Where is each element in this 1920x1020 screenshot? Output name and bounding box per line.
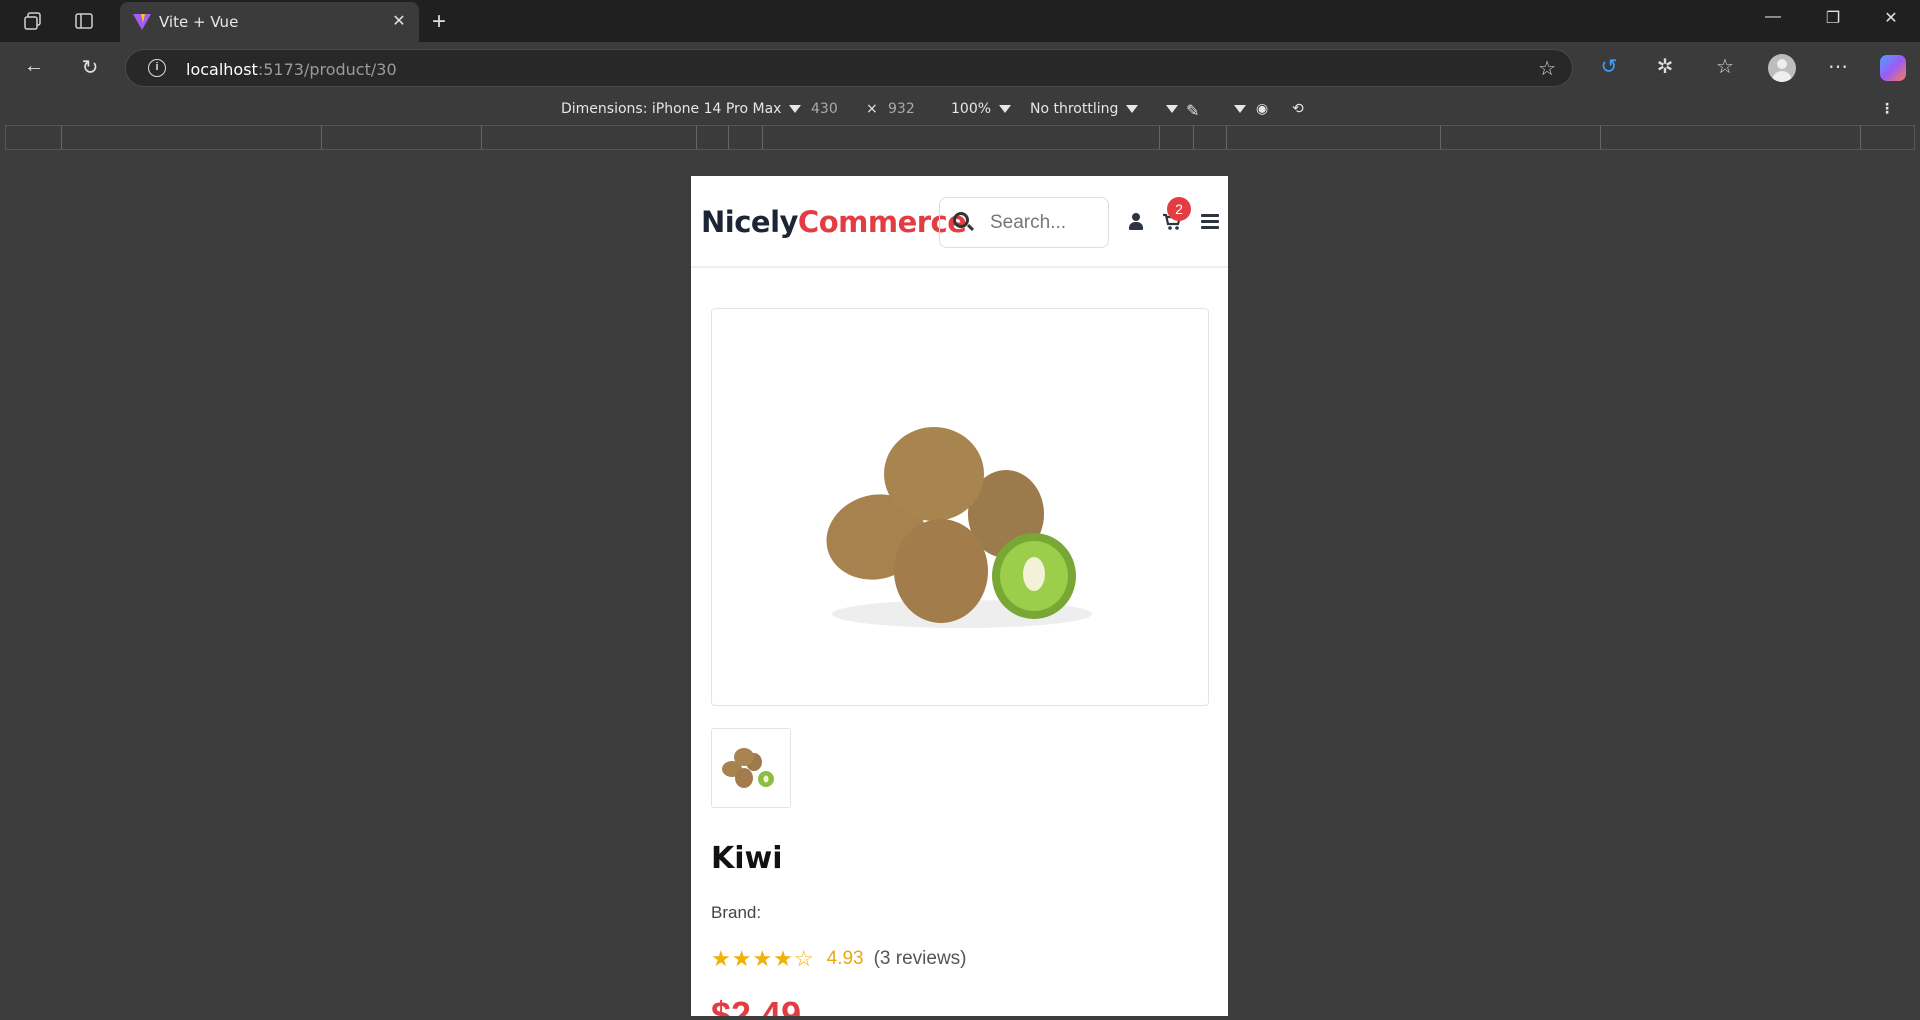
device-select[interactable]: Dimensions: iPhone 14 Pro Max <box>561 101 802 117</box>
favorite-star-icon[interactable]: ☆ <box>1538 56 1556 81</box>
chevron-down-icon <box>999 105 1012 113</box>
address-bar: ← ↻ i localhost:5173/product/30 ☆ ↺ ✲ ☆ … <box>0 42 1920 94</box>
more-options-icon[interactable]: ⋯ <box>1823 54 1853 79</box>
media-query-ruler[interactable] <box>5 125 1915 150</box>
device-toolbar: Dimensions: iPhone 14 Pro Max 430 × 932 … <box>0 94 1920 125</box>
menu-icon[interactable] <box>1201 214 1219 230</box>
more-dropdown[interactable] <box>1158 101 1178 117</box>
restore-icon[interactable]: ❐ <box>1810 8 1856 28</box>
eye-icon[interactable]: ◉ <box>1256 101 1268 117</box>
device-viewport: NicelyCommerce 2 <box>691 176 1228 1016</box>
vite-favicon-icon <box>133 14 151 30</box>
site-logo[interactable]: NicelyCommerce <box>701 205 967 239</box>
site-info-icon[interactable]: i <box>148 59 166 77</box>
product-thumbnail[interactable] <box>711 728 791 808</box>
product-main-image[interactable] <box>711 308 1209 706</box>
copilot-icon[interactable] <box>1880 55 1906 81</box>
chevron-down-icon <box>789 105 802 113</box>
favorites-icon[interactable]: ☆ <box>1710 54 1740 79</box>
devtools-menu-icon[interactable]: ⋮ <box>1880 101 1894 117</box>
rating-stars: ★★★★☆ <box>711 946 815 971</box>
profile-avatar[interactable] <box>1768 54 1796 82</box>
width-input[interactable]: 430 <box>811 101 838 117</box>
site-header: NicelyCommerce 2 <box>691 176 1228 268</box>
product-rating: ★★★★☆ 4.93 (3 reviews) <box>711 946 967 972</box>
rating-value: 4.93 <box>826 948 864 969</box>
vertical-tabs-icon[interactable] <box>71 8 97 34</box>
height-input[interactable]: 932 <box>888 101 915 117</box>
copilot-refresh-icon[interactable]: ↺ <box>1594 54 1624 79</box>
extensions-icon[interactable]: ✲ <box>1650 54 1680 79</box>
tab-close-icon[interactable]: ✕ <box>389 11 409 31</box>
new-tab-icon[interactable]: + <box>432 8 446 36</box>
times-sign: × <box>866 101 878 117</box>
product-brand: Brand: <box>711 903 762 922</box>
refresh-icon[interactable]: ↻ <box>76 55 104 80</box>
chevron-down-icon <box>1234 105 1246 113</box>
review-count: (3 reviews) <box>873 948 967 969</box>
close-window-icon[interactable]: ✕ <box>1868 8 1914 28</box>
tab-bar: Vite + Vue ✕ + — ❐ ✕ <box>0 0 1920 42</box>
minimize-icon[interactable]: — <box>1750 8 1796 26</box>
chevron-down-icon <box>1126 105 1139 113</box>
sensor-dropdown[interactable] <box>1226 101 1246 117</box>
search-box[interactable] <box>939 197 1109 248</box>
tab-active[interactable]: Vite + Vue ✕ <box>120 2 419 42</box>
tab-title: Vite + Vue <box>159 13 239 31</box>
throttling-select[interactable]: No throttling <box>1030 101 1139 117</box>
rotate-icon[interactable]: ⟲ <box>1292 101 1304 117</box>
url-field[interactable]: i localhost:5173/product/30 ☆ <box>125 49 1573 87</box>
eyedropper-icon[interactable]: ✎ <box>1186 101 1199 120</box>
url-text: localhost:5173/product/30 <box>186 60 397 79</box>
back-icon[interactable]: ← <box>20 55 48 78</box>
product-price: $2.49 <box>711 994 802 1016</box>
workspaces-icon[interactable] <box>20 8 46 34</box>
zoom-select[interactable]: 100% <box>951 101 1012 117</box>
search-input[interactable] <box>990 212 1100 234</box>
user-icon[interactable] <box>1128 213 1144 231</box>
cart-count-badge: 2 <box>1167 197 1191 221</box>
chevron-down-icon <box>1166 105 1178 113</box>
product-title: Kiwi <box>711 841 783 876</box>
search-icon <box>953 212 969 228</box>
